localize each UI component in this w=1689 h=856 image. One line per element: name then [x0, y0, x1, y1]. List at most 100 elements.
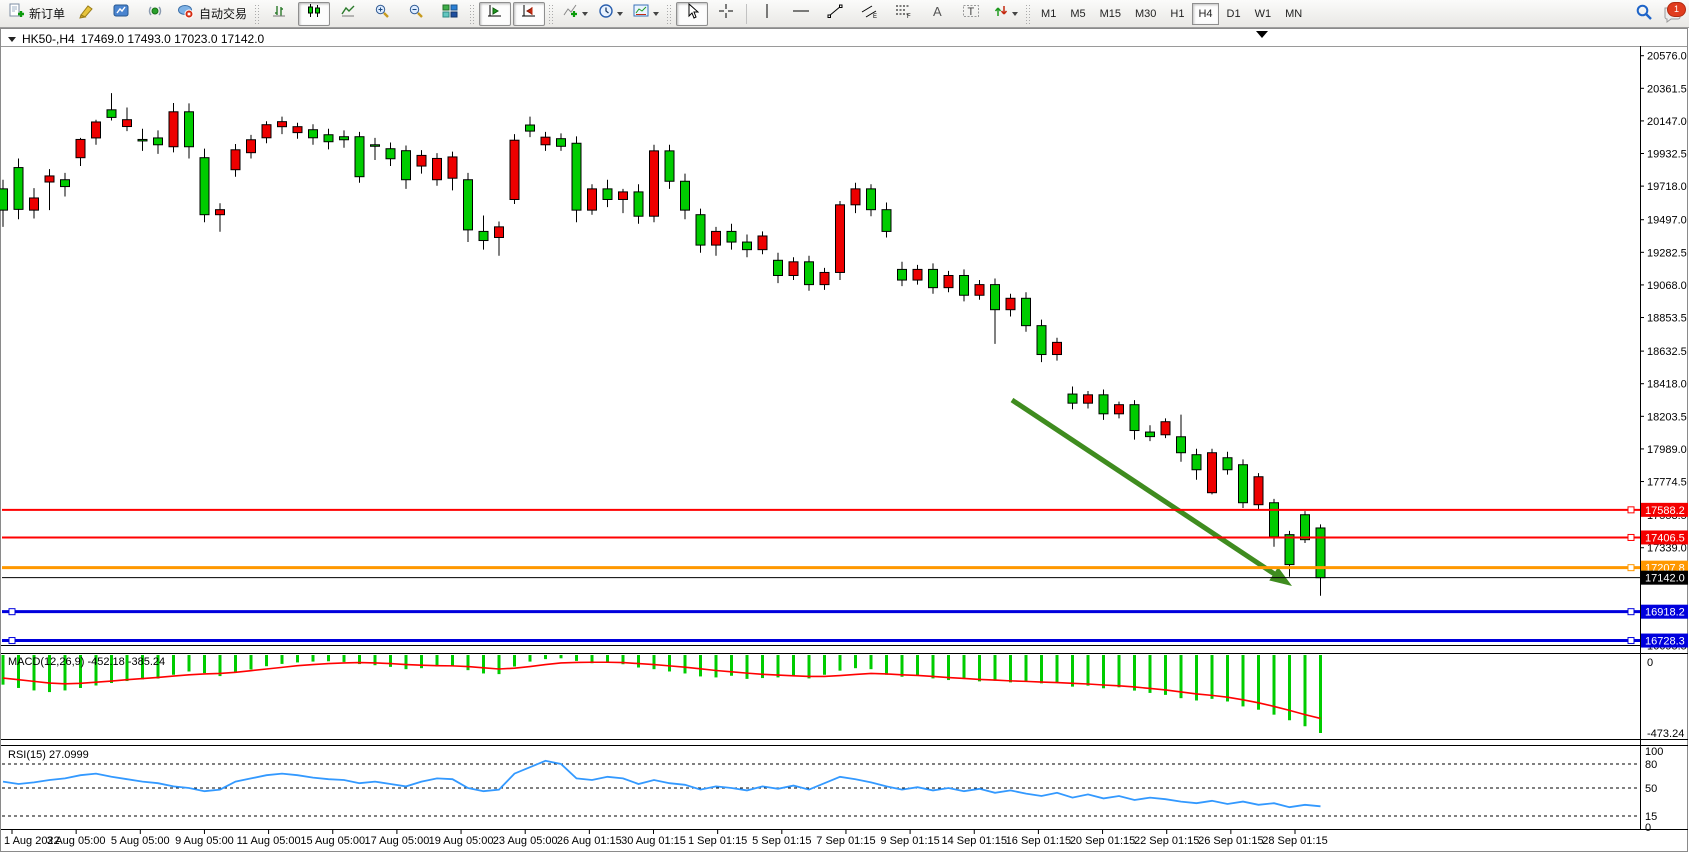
chart-shift-marker[interactable]	[1256, 31, 1268, 38]
vertical-line-button[interactable]	[751, 2, 783, 26]
timeframe-m15-button[interactable]: M15	[1094, 3, 1127, 25]
market-watch-button[interactable]	[105, 2, 137, 26]
toolbar-separator	[746, 4, 747, 24]
line-endpoint-marker[interactable]	[9, 609, 15, 615]
auto-trading-button[interactable]: 自动交易	[173, 2, 251, 26]
candle	[758, 231, 767, 254]
text-label-button[interactable]: T	[955, 2, 987, 26]
price-tick-label: 18203.5	[1647, 411, 1687, 423]
timeframe-h4-button[interactable]: H4	[1192, 3, 1218, 25]
candle	[1115, 402, 1124, 419]
vertical-line-icon	[761, 3, 773, 24]
line-endpoint-marker[interactable]	[1628, 609, 1634, 615]
timeframe-mn-button[interactable]: MN	[1279, 3, 1308, 25]
line-endpoint-marker[interactable]	[1628, 638, 1634, 644]
candle	[216, 203, 225, 231]
notifications-button[interactable]: 1	[1661, 3, 1683, 25]
profiles-button[interactable]	[71, 2, 103, 26]
candle	[30, 188, 39, 218]
time-tick-label: 20 Sep 01:15	[1070, 835, 1135, 847]
candle-body	[76, 139, 85, 157]
crosshair-button[interactable]	[710, 2, 742, 26]
candle-body	[309, 130, 318, 138]
candle	[1006, 294, 1015, 317]
candle	[169, 103, 178, 152]
candle	[789, 257, 798, 280]
candle	[138, 129, 147, 151]
candle	[1208, 449, 1217, 495]
chart-shift-button[interactable]	[479, 2, 511, 26]
candle-body	[727, 231, 736, 242]
candle-body	[588, 189, 597, 210]
candle-body	[526, 125, 535, 131]
candle	[262, 121, 271, 143]
candle	[1130, 400, 1139, 440]
timeframe-h1-button[interactable]: H1	[1164, 3, 1190, 25]
timeframe-m1-button[interactable]: M1	[1035, 3, 1062, 25]
shapes-icon	[993, 3, 1009, 24]
timeframe-d1-button[interactable]: D1	[1221, 3, 1247, 25]
candle	[774, 253, 783, 283]
text-button[interactable]: A	[921, 2, 953, 26]
time-tick-label: 11 Aug 05:00	[237, 835, 301, 847]
fibonacci-button[interactable]: F	[887, 2, 919, 26]
indicators-button[interactable]	[558, 2, 592, 26]
signal-button[interactable]	[139, 2, 171, 26]
rsi-panel: RSI(15) 27.09991008050150	[2, 746, 1663, 834]
candle-body	[61, 180, 70, 187]
trendline-button[interactable]	[819, 2, 851, 26]
search-icon[interactable]	[1635, 3, 1653, 26]
zoom-out-icon	[408, 3, 424, 24]
candle	[495, 222, 504, 256]
drawn-arrow[interactable]	[1012, 400, 1292, 586]
zoom-in-button[interactable]	[366, 2, 398, 26]
symbol-dropdown-icon[interactable]	[8, 37, 16, 42]
candle-body	[541, 137, 550, 145]
line-endpoint-marker[interactable]	[1628, 507, 1634, 513]
chart-title-bar: HK50-,H4 17469.0 17493.0 17023.0 17142.0	[8, 32, 264, 46]
candle	[1161, 418, 1170, 438]
bar-chart-button[interactable]	[264, 2, 296, 26]
periods-button[interactable]	[594, 2, 627, 26]
zoom-out-button[interactable]	[400, 2, 432, 26]
candle	[960, 269, 969, 301]
fibonacci-icon: F	[895, 3, 912, 24]
candle	[154, 130, 163, 154]
line-endpoint-marker[interactable]	[9, 638, 15, 644]
arrows-button[interactable]	[989, 2, 1022, 26]
cursor-button[interactable]	[676, 2, 708, 26]
candle	[309, 124, 318, 145]
candle-body	[1177, 437, 1186, 453]
candle-body	[634, 192, 643, 216]
horizontal-line-button[interactable]	[785, 2, 817, 26]
candle	[665, 145, 674, 189]
candle-body	[138, 139, 147, 141]
candle-body	[123, 120, 132, 127]
time-axis[interactable]: 1 Aug 20223 Aug 05:005 Aug 05:009 Aug 05…	[4, 829, 1328, 847]
line-endpoint-marker[interactable]	[1628, 534, 1634, 540]
candle-body	[1022, 298, 1031, 325]
line-endpoint-marker[interactable]	[1628, 565, 1634, 571]
candle	[1084, 391, 1093, 408]
candle	[572, 136, 581, 222]
new-order-button[interactable]: 新订单	[4, 2, 69, 26]
candle	[650, 145, 659, 223]
timeframe-w1-button[interactable]: W1	[1249, 3, 1278, 25]
ohlc-values: 17469.0 17493.0 17023.0 17142.0	[81, 32, 265, 46]
price-chart-canvas[interactable]: 20576.020361.520147.019932.519718.019497…	[0, 28, 1689, 856]
cursor-icon	[685, 3, 699, 24]
candlestick-chart-button[interactable]	[298, 2, 330, 26]
line-chart-button[interactable]	[332, 2, 364, 26]
timeframe-m5-button[interactable]: M5	[1064, 3, 1091, 25]
svg-text:E: E	[873, 14, 877, 19]
timeframe-m30-button[interactable]: M30	[1129, 3, 1162, 25]
auto-scroll-button[interactable]	[513, 2, 545, 26]
candle	[371, 138, 380, 160]
equidistant-channel-button[interactable]: E	[853, 2, 885, 26]
time-tick-label: 9 Sep 01:15	[880, 835, 939, 847]
candle-body	[417, 155, 426, 166]
tile-windows-button[interactable]	[434, 2, 466, 26]
templates-button[interactable]	[629, 2, 663, 26]
candle	[1239, 459, 1248, 508]
macd-axis-min: -473.24	[1647, 728, 1684, 740]
